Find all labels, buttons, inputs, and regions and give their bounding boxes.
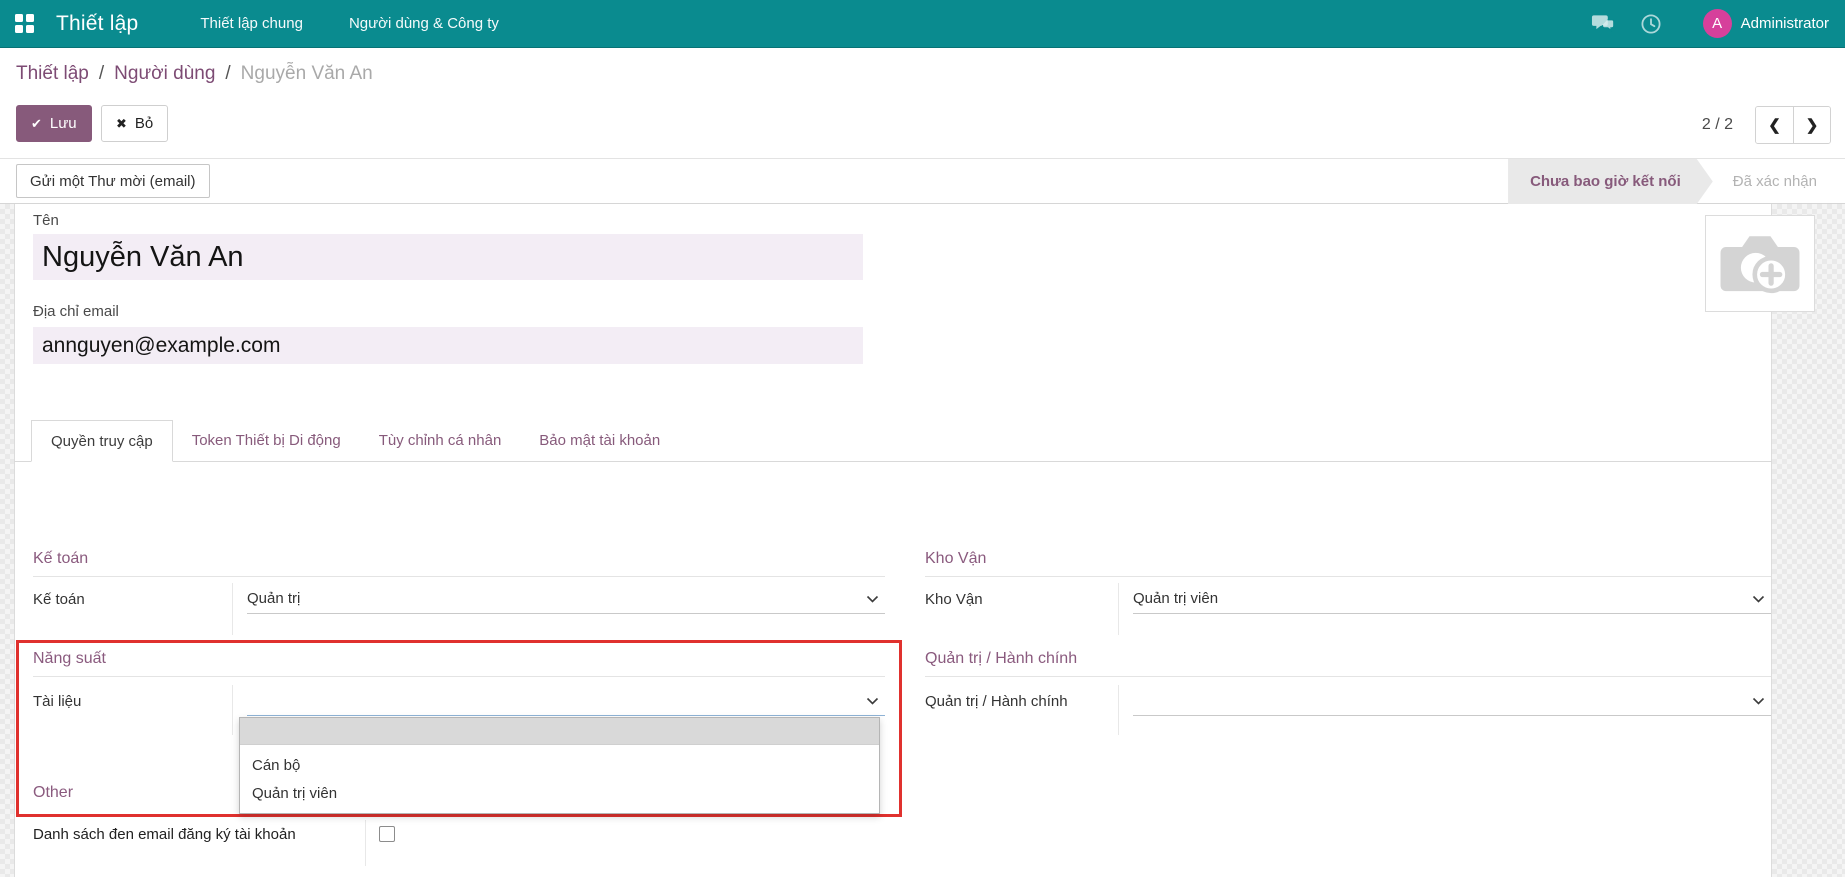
- save-button[interactable]: ✔ Lưu: [16, 105, 92, 142]
- status-active-label: Chưa bao giờ kết nối: [1530, 173, 1681, 190]
- notebook-tabs: Quyền truy cập Token Thiết bị Di động Tù…: [14, 420, 1772, 462]
- pager-buttons: ❮ ❯: [1755, 106, 1831, 144]
- administration-field-label: Quản trị / Hành chính: [925, 693, 1068, 710]
- dropdown-option-empty[interactable]: [240, 718, 879, 745]
- chevron-down-icon: [1752, 697, 1765, 705]
- field-separator: [1118, 583, 1119, 635]
- chevron-right-icon: ❯: [1806, 116, 1819, 134]
- tab-mobile-device-token[interactable]: Token Thiết bị Di động: [173, 420, 360, 461]
- breadcrumb: Thiết lập / Người dùng / Nguyễn Văn An: [16, 48, 373, 100]
- chevron-left-icon: ❮: [1768, 116, 1781, 134]
- email-blacklist-checkbox[interactable]: [379, 826, 395, 842]
- top-navbar: Thiết lập Thiết lập chung Người dùng & C…: [0, 0, 1845, 48]
- section-inventory-title: Kho Vận: [925, 550, 1771, 577]
- field-separator: [232, 685, 233, 735]
- tab-preferences[interactable]: Tùy chỉnh cá nhân: [360, 420, 521, 461]
- name-field-label: Tên: [33, 212, 59, 229]
- app-name[interactable]: Thiết lập: [56, 12, 138, 36]
- statusbar-steps: Chưa bao giờ kết nối Đã xác nhận: [1508, 159, 1831, 204]
- cross-icon: ✖: [116, 116, 127, 132]
- field-separator: [1118, 685, 1119, 735]
- profile-image-upload[interactable]: [1705, 215, 1815, 312]
- section-accounting-title: Kế toán: [33, 550, 885, 577]
- breadcrumb-settings[interactable]: Thiết lập: [16, 63, 89, 85]
- discard-button[interactable]: ✖ Bỏ: [101, 105, 168, 142]
- field-separator: [232, 583, 233, 635]
- section-other-title: Other: [33, 784, 233, 810]
- user-menu[interactable]: Administrator: [1741, 15, 1829, 32]
- odoo-settings-user-form: Thiết lập Thiết lập chung Người dùng & C…: [0, 0, 1845, 877]
- pager-next-button[interactable]: ❯: [1793, 107, 1830, 143]
- chevron-down-icon: [1752, 595, 1765, 603]
- user-avatar[interactable]: A: [1703, 9, 1732, 38]
- avatar-initial: A: [1712, 15, 1722, 32]
- section-administration-title: Quản trị / Hành chính: [925, 650, 1771, 677]
- section-productivity-title: Năng suất: [33, 650, 885, 677]
- accounting-select[interactable]: Quản trị: [247, 584, 885, 614]
- breadcrumb-current-record: Nguyễn Văn An: [241, 63, 373, 85]
- status-inactive-label: Đã xác nhận: [1733, 173, 1817, 190]
- check-icon: ✔: [31, 116, 42, 132]
- accounting-select-value: Quản trị: [247, 590, 300, 607]
- status-never-connected[interactable]: Chưa bao giờ kết nối: [1508, 159, 1713, 204]
- topbar-right: A Administrator: [1591, 9, 1829, 38]
- breadcrumb-separator: /: [99, 63, 104, 85]
- field-separator: [365, 820, 366, 866]
- status-confirmed[interactable]: Đã xác nhận: [1713, 159, 1831, 204]
- invite-button-label: Gửi một Thư mời (email): [30, 173, 196, 190]
- administration-select[interactable]: [1133, 686, 1771, 716]
- top-menu: Thiết lập chung Người dùng & Công ty: [200, 15, 499, 32]
- menu-users-companies[interactable]: Người dùng & Công ty: [349, 15, 499, 32]
- menu-general-settings[interactable]: Thiết lập chung: [200, 15, 303, 32]
- dropdown-option-officer[interactable]: Cán bộ: [240, 752, 879, 780]
- breadcrumb-users[interactable]: Người dùng: [114, 63, 215, 85]
- inventory-select[interactable]: Quản trị viên: [1133, 584, 1771, 614]
- activities-clock-icon[interactable]: [1639, 12, 1663, 36]
- breadcrumb-separator: /: [225, 63, 230, 85]
- email-input[interactable]: annguyen@example.com: [33, 327, 863, 364]
- discard-button-label: Bỏ: [135, 115, 153, 132]
- documents-select[interactable]: [247, 686, 885, 716]
- dropdown-option-administrator[interactable]: Quản trị viên: [240, 780, 879, 808]
- chevron-down-icon: [866, 595, 879, 603]
- tab-account-security[interactable]: Bảo mật tài khoản: [520, 420, 679, 461]
- apps-grid-icon[interactable]: [15, 14, 34, 33]
- pager-count: 2 / 2: [1702, 116, 1733, 134]
- background-texture-left: [0, 204, 14, 877]
- inventory-select-value: Quản trị viên: [1133, 590, 1218, 607]
- send-invitation-button[interactable]: Gửi một Thư mời (email): [16, 164, 210, 198]
- camera-plus-icon: [1716, 227, 1804, 301]
- inventory-field-label: Kho Vận: [925, 591, 983, 608]
- name-input[interactable]: Nguyễn Văn An: [33, 234, 863, 280]
- email-field-label: Địa chỉ email: [33, 303, 119, 320]
- pager-previous-button[interactable]: ❮: [1756, 107, 1793, 143]
- documents-field-label: Tài liệu: [33, 693, 81, 710]
- email-blacklist-label: Danh sách đen email đăng ký tài khoản: [33, 826, 296, 843]
- messages-icon[interactable]: [1591, 12, 1615, 36]
- chevron-down-icon: [866, 697, 879, 705]
- tab-access-rights[interactable]: Quyền truy cập: [31, 420, 173, 462]
- status-row: Gửi một Thư mời (email) Chưa bao giờ kết…: [0, 158, 1845, 204]
- accounting-field-label: Kế toán: [33, 591, 85, 608]
- record-pager: 2 / 2 ❮ ❯: [1702, 106, 1831, 144]
- documents-select-dropdown: Cán bộ Quản trị viên: [239, 717, 880, 814]
- save-button-label: Lưu: [50, 115, 77, 132]
